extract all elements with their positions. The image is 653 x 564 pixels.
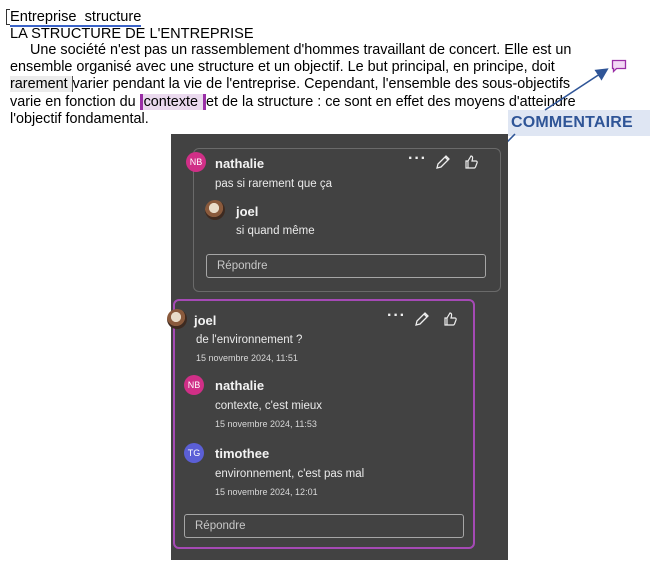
comment-author: nathalie	[215, 156, 265, 171]
avatar-nathalie: NB	[184, 375, 204, 395]
comments-pane: NB nathalie pas si rarement que ça ··· j…	[167, 134, 508, 560]
comment-anchor-rarement[interactable]: rarement	[10, 76, 73, 93]
reply-text: contexte, c'est mieux	[215, 400, 323, 412]
document-title-text: Entreprise structure	[10, 9, 142, 25]
thumbs-up-icon[interactable]	[462, 153, 480, 171]
more-options-icon[interactable]: ···	[387, 308, 406, 324]
reply-text: environnement, c'est pas mal	[215, 468, 365, 480]
reply-timestamp: 15 novembre 2024, 12:01	[215, 487, 318, 497]
thumbs-up-icon[interactable]	[441, 310, 459, 328]
reply-author: joel	[236, 204, 259, 219]
comment-text: de l'environnement ?	[196, 334, 303, 346]
pencil-icon[interactable]	[413, 310, 431, 328]
comment-text: pas si rarement que ça	[215, 178, 332, 190]
paragraph-text-1: Une société n'est pas un rassemblement d…	[10, 42, 572, 76]
comment-author: joel	[194, 313, 217, 328]
reply-author: nathalie	[215, 378, 265, 393]
reply-author: timothee	[215, 446, 270, 461]
reply-input[interactable]: Répondre	[206, 254, 486, 278]
comment-thread-2[interactable]: joel de l'environnement ? 15 novembre 20…	[167, 299, 475, 549]
comment-bubble-icon[interactable]	[611, 59, 627, 73]
more-options-icon[interactable]: ···	[408, 151, 427, 167]
avatar-timothee: TG	[184, 443, 204, 463]
comment-anchor-contexte[interactable]: contexte	[139, 93, 207, 110]
reply-timestamp: 15 novembre 2024, 11:53	[215, 419, 317, 429]
commentaire-annotation-label: COMMENTAIRE	[508, 110, 650, 136]
comment-timestamp: 15 novembre 2024, 11:51	[196, 353, 298, 363]
document-heading[interactable]: LA STRUCTURE DE L'ENTREPRISE	[10, 26, 254, 42]
comment-thread-1[interactable]: NB nathalie pas si rarement que ça ··· j…	[186, 148, 501, 292]
reply-text: si quand même	[236, 225, 315, 237]
avatar-joel	[205, 200, 225, 220]
avatar-joel	[167, 309, 187, 329]
avatar-nathalie: NB	[186, 152, 206, 172]
reply-input[interactable]: Répondre	[184, 514, 464, 538]
document-title[interactable]: Entreprise structure	[10, 9, 142, 27]
pencil-icon[interactable]	[434, 153, 452, 171]
